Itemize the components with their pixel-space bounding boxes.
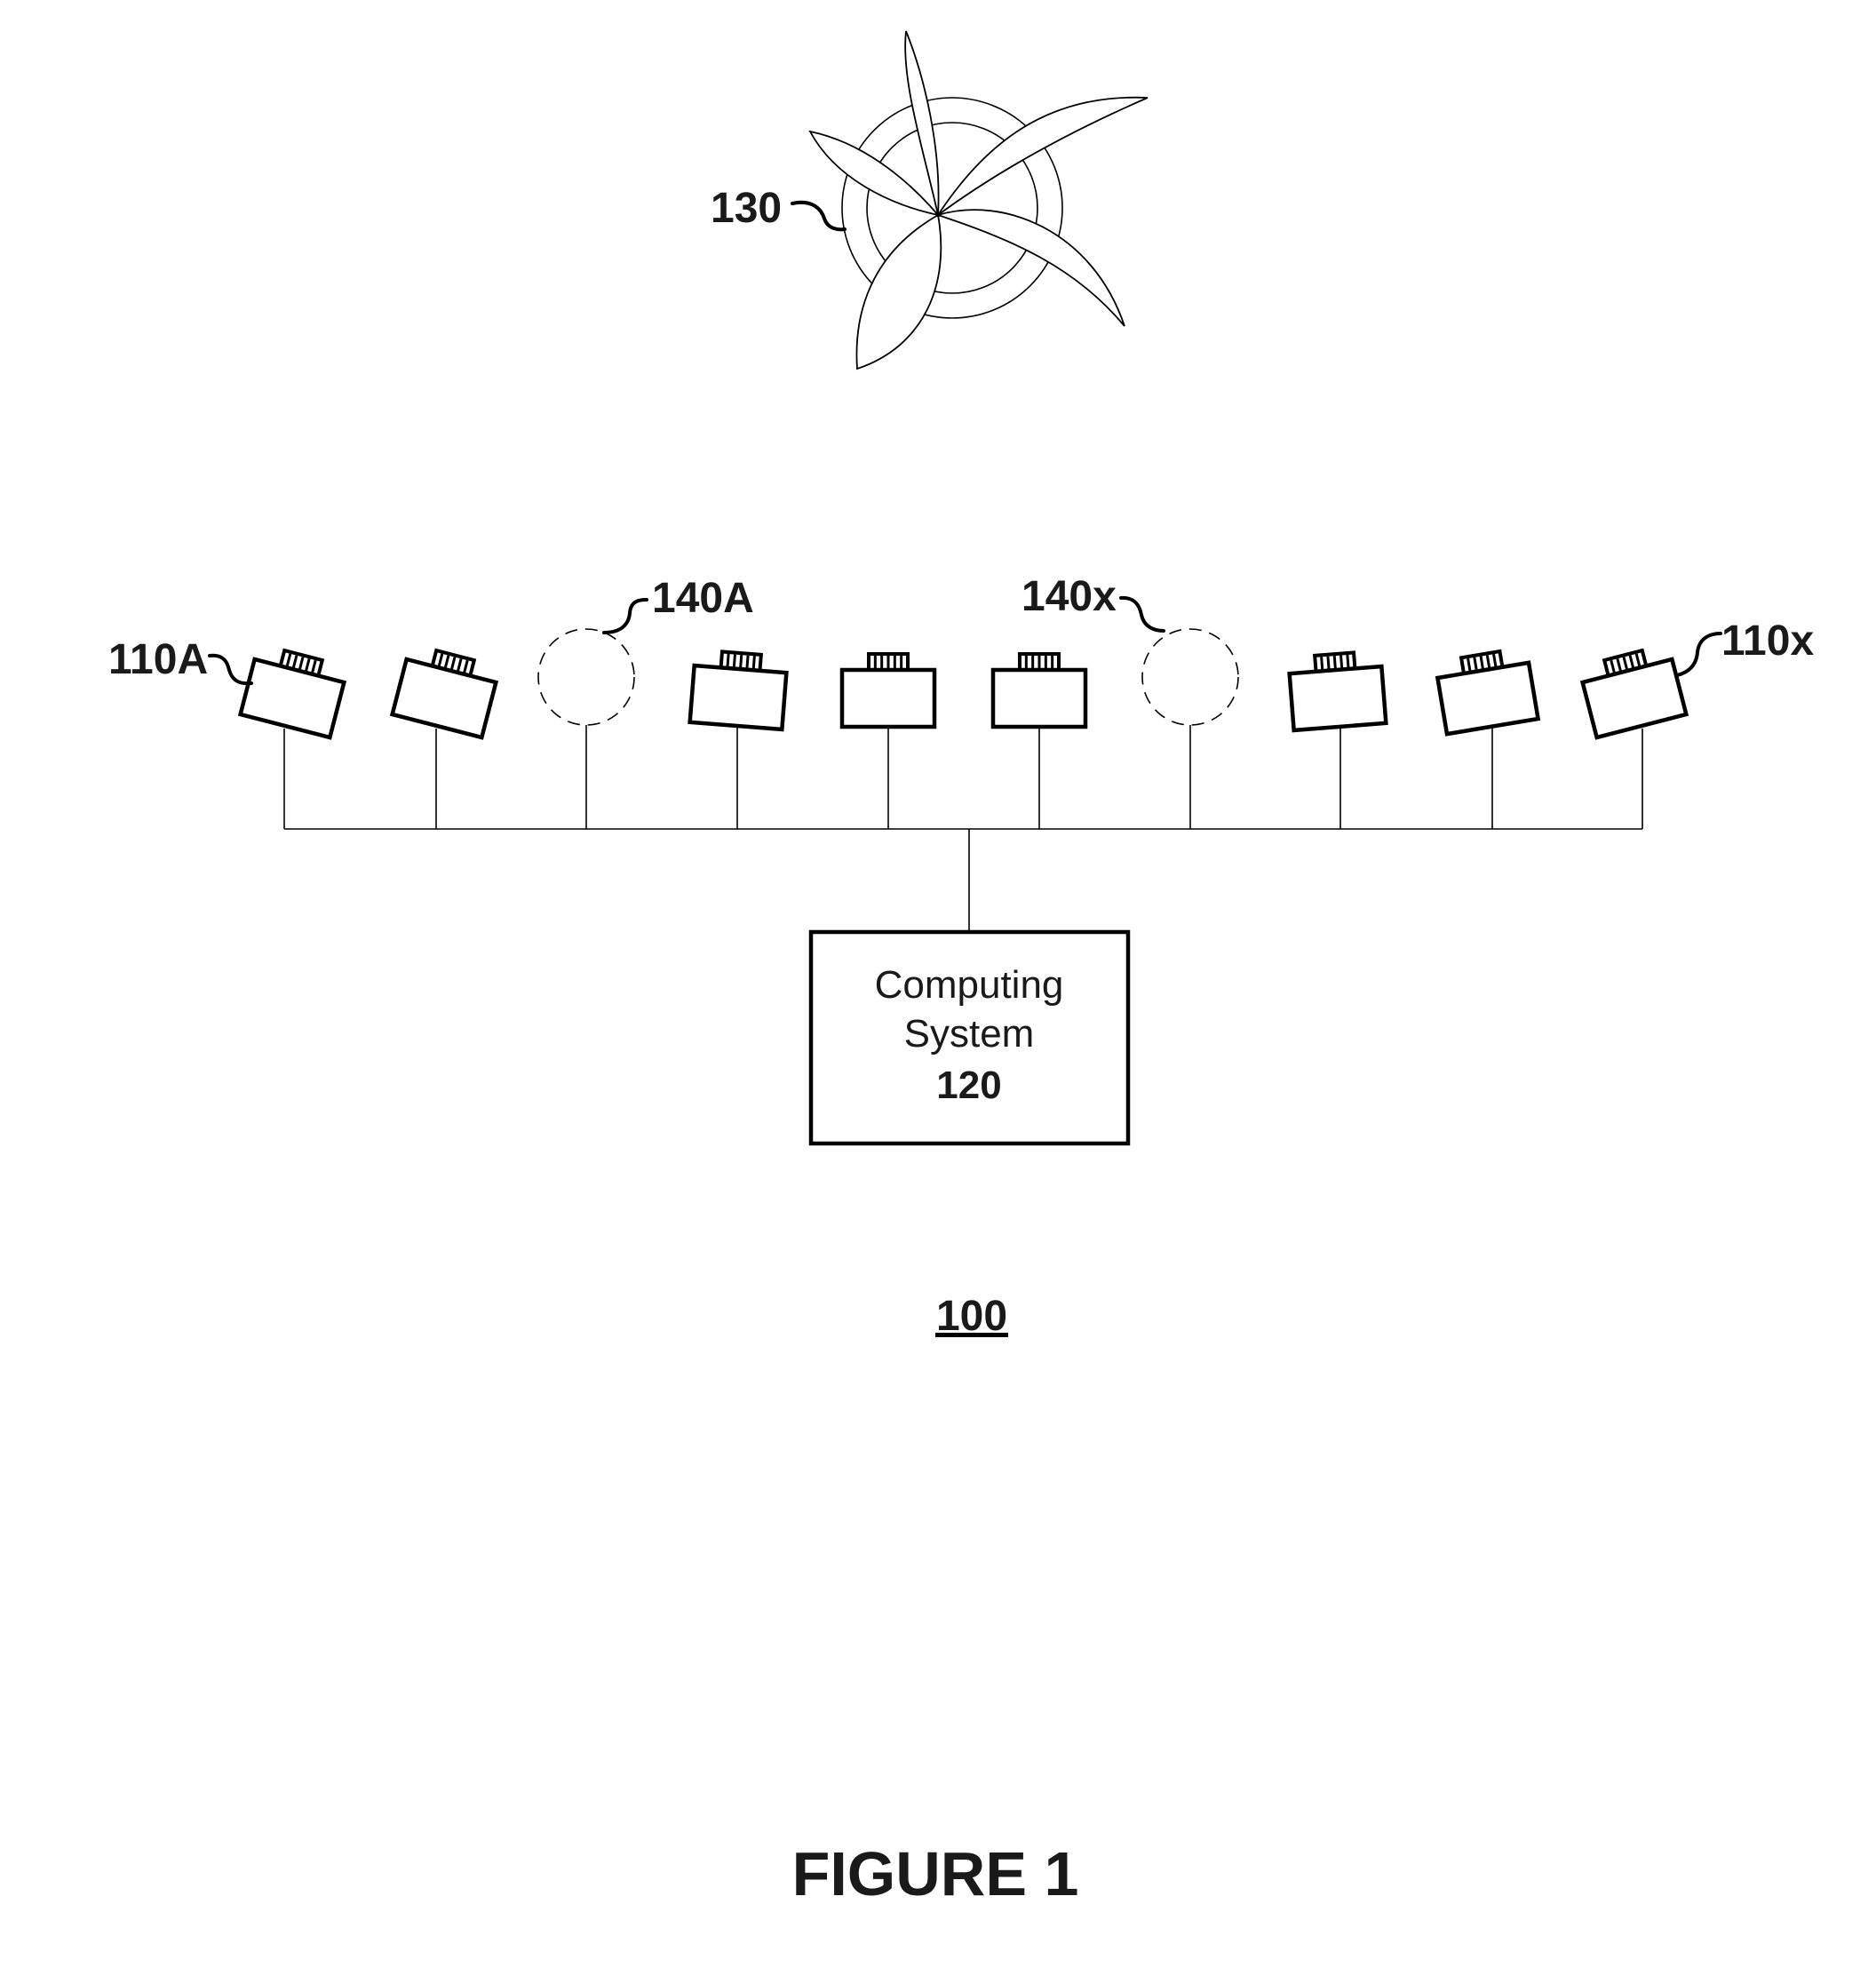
camera-icon	[688, 649, 789, 732]
computing-system-ref: 120	[936, 1064, 1001, 1107]
network-bus	[283, 725, 1643, 932]
fan-hub	[935, 212, 941, 218]
ref-label-140A: 140A	[652, 575, 754, 622]
camera-icon	[237, 648, 347, 740]
fan-blade	[935, 209, 1125, 327]
camera-icon	[990, 652, 1088, 729]
leader-line-140A	[602, 598, 648, 634]
fan-blade	[808, 130, 941, 217]
ref-label-110x: 110x	[1721, 618, 1814, 665]
device-row	[237, 628, 1689, 740]
camera-lens-slot	[1320, 657, 1324, 671]
camera-body	[389, 657, 499, 740]
fan-blade	[937, 96, 1149, 216]
camera-body	[1435, 660, 1541, 737]
camera-lens-slot	[1346, 654, 1350, 669]
fan-icon	[808, 30, 1149, 370]
camera-body	[1287, 664, 1388, 733]
camera-lens-slot	[1332, 656, 1337, 670]
camera-body	[839, 667, 937, 729]
camera-icon	[1579, 648, 1689, 740]
camera-lens-slot	[1326, 656, 1331, 670]
camera-lens-slot	[751, 656, 756, 670]
computing-system-label-line1: Computing	[875, 963, 1064, 1007]
leader-line-130	[791, 200, 847, 232]
system-ref-underline	[935, 1333, 1008, 1337]
computing-system-label-line2: System	[904, 1012, 1035, 1056]
camera-body	[1579, 657, 1689, 740]
computing-system-box: Computing System 120	[808, 929, 1131, 1146]
camera-lens-slot	[739, 655, 743, 669]
ref-label-110A: 110A	[108, 636, 208, 683]
ref-label-140x: 140x	[1021, 573, 1117, 620]
sensor-140A	[537, 628, 635, 726]
camera-lens-slot	[1339, 655, 1344, 669]
camera-body	[688, 663, 789, 732]
leader-line-140x	[1119, 595, 1165, 633]
leader-line-110A	[208, 653, 253, 686]
camera-body	[237, 657, 347, 740]
camera-body	[990, 667, 1088, 729]
sensor-140x	[1141, 628, 1239, 726]
camera-lens-slot	[732, 654, 736, 668]
camera-lens-slot	[745, 655, 750, 669]
camera-icon	[1435, 649, 1541, 737]
camera-icon	[1287, 650, 1388, 733]
fan-blade	[855, 213, 942, 370]
camera-lens-slot	[726, 653, 730, 668]
leader-line-110x	[1675, 632, 1722, 677]
figure-diagram: 130 110A 140A 140x 110x Computing System…	[108, 30, 1814, 1908]
figure-caption: FIGURE 1	[792, 1839, 1079, 1908]
camera-icon	[389, 648, 499, 740]
ref-label-130: 130	[711, 185, 782, 232]
camera-icon	[839, 652, 937, 729]
